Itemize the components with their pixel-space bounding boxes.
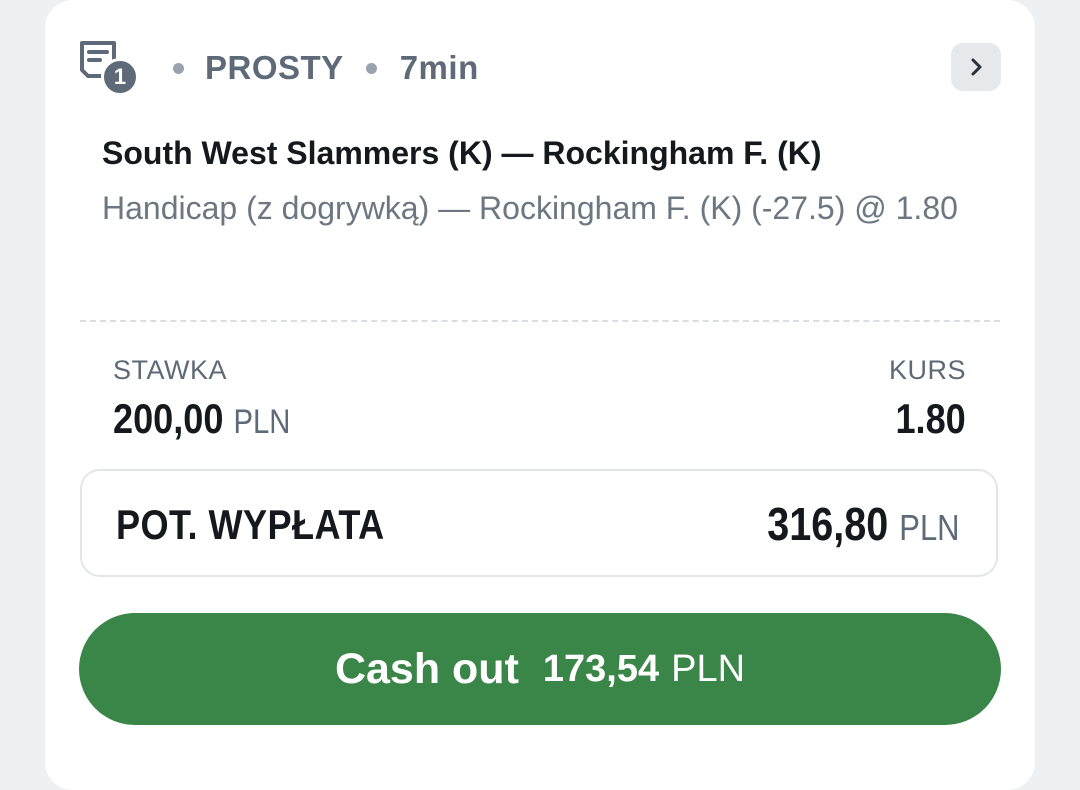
bet-count-badge: 1 <box>101 58 139 96</box>
cash-out-currency: PLN <box>671 647 746 690</box>
payout-label: POT. WYPŁATA <box>116 501 385 548</box>
stake-currency: PLN <box>233 403 291 441</box>
odds-value: 1.80 <box>895 395 966 442</box>
details-button[interactable] <box>951 43 1001 91</box>
cash-out-button[interactable]: Cash out 173,54 PLN <box>79 613 1001 725</box>
potential-payout-box: POT. WYPŁATA 316,80 PLN <box>80 469 998 577</box>
cash-out-amount: 173,54 <box>542 647 660 690</box>
separator-dot <box>365 62 377 74</box>
cash-out-label: Cash out <box>334 644 519 693</box>
match-title: South West Slammers (K) — Rockingham F. … <box>102 135 822 171</box>
chevron-right-icon <box>971 58 982 76</box>
stake-value: 200,00 <box>113 395 224 442</box>
separator-dot <box>173 62 184 74</box>
stake-amount: 200,00 PLN <box>113 395 290 443</box>
bet-header: 1 PROSTY 7min <box>78 38 479 98</box>
bet-type-label: PROSTY <box>205 49 344 86</box>
bet-slip-icon: 1 <box>78 38 142 98</box>
market-selection: Handicap (z dogrywką) — Rockingham F. (K… <box>102 190 958 226</box>
time-ago-label: 7min <box>399 49 479 86</box>
payout-currency: PLN <box>899 507 960 548</box>
payout-value: 316,80 <box>767 498 889 550</box>
stake-label: STAWKA <box>113 355 228 385</box>
payout-amount: 316,80 PLN <box>768 497 960 551</box>
dashed-divider <box>80 320 1000 322</box>
odds-label: KURS <box>888 355 966 385</box>
